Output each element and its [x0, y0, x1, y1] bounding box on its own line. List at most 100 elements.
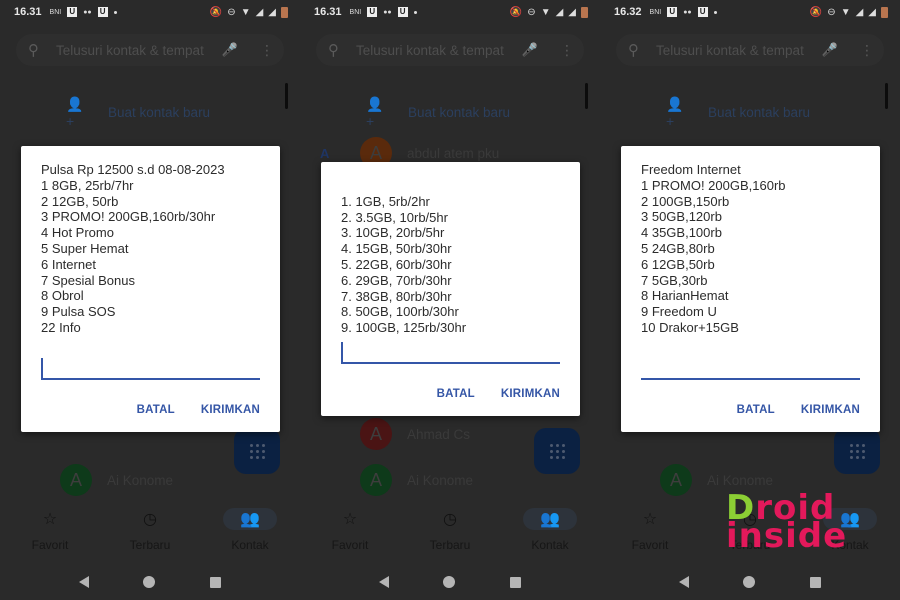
scrollbar[interactable] — [585, 83, 588, 109]
new-contact-label: Buat kontak baru — [108, 105, 211, 120]
dot-icon — [713, 10, 717, 14]
dialog-line: 8. 50GB, 100rb/30hr — [341, 304, 459, 320]
system-nav — [0, 570, 300, 594]
cancel-button[interactable]: BATAL — [137, 404, 175, 416]
back-icon[interactable] — [679, 576, 690, 588]
search-input[interactable]: Telusuri kontak & tempat — [56, 43, 222, 58]
dialpad-button[interactable] — [834, 428, 880, 474]
text-caret — [341, 341, 343, 362]
tab-label: Favorit — [631, 538, 669, 552]
ussd-reply-input[interactable] — [41, 356, 260, 380]
status-time: 16.31 — [14, 6, 42, 18]
search-bar[interactable]: ⚲ Telusuri kontak & tempat 🎤 ⋮ — [316, 34, 584, 66]
dialog-line: 6 Internet — [41, 256, 96, 272]
tab-terbaru[interactable]: ◷ Terbaru — [100, 508, 200, 556]
contact-item[interactable]: A Ai Konome — [360, 464, 473, 496]
dialog-line: 8 HarianHemat — [641, 288, 729, 304]
signal-icon: ◢ — [868, 6, 876, 18]
cancel-button[interactable]: BATAL — [437, 388, 475, 400]
ussd-reply-input[interactable] — [341, 340, 560, 364]
person-add-icon: 👤+ — [666, 96, 684, 129]
send-button[interactable]: KIRIMKAN — [501, 388, 560, 400]
dialog-actions: BATAL KIRIMKAN — [41, 380, 260, 432]
contact-item[interactable]: A Ahmad Cs — [360, 418, 470, 450]
search-bar[interactable]: ⚲ Telusuri kontak & tempat 🎤 ⋮ — [616, 34, 884, 66]
contact-name: Ai Konome — [707, 472, 774, 488]
back-icon[interactable] — [379, 576, 390, 588]
dialog-line: 3 PROMO! 200GB,160rb/30hr — [41, 209, 216, 225]
dialog-line — [341, 178, 560, 194]
tab-kontak[interactable]: 👥 Kontak — [200, 508, 300, 556]
avatar: A — [60, 464, 92, 496]
dialpad-button[interactable] — [534, 428, 580, 474]
home-icon[interactable] — [743, 576, 756, 588]
dialpad-button[interactable] — [234, 428, 280, 474]
scrollbar[interactable] — [885, 83, 888, 109]
status-right: 🔕 ⊖ ▼ ◢ ◢ — [510, 6, 588, 18]
contact-item[interactable]: A Ai Konome — [60, 464, 173, 496]
recents-icon[interactable] — [509, 576, 521, 588]
status-right: 🔕 ⊖ ▼ ◢ ◢ — [210, 6, 288, 18]
wifi-icon: ▼ — [240, 6, 251, 18]
star-icon: ☆ — [342, 511, 358, 528]
contact-name: Ai Konome — [407, 472, 474, 488]
signal-icon: ◢ — [855, 6, 864, 18]
dialog-line: 1. 1GB, 5rb/2hr — [341, 193, 430, 209]
dialog-line: 2 12GB, 50rb — [41, 193, 119, 209]
new-contact-button[interactable]: 👤+ Buat kontak baru — [366, 96, 510, 129]
dialog-line: 7 Spesial Bonus — [41, 272, 135, 288]
star-icon: ☆ — [42, 511, 58, 528]
tab-favorit[interactable]: ☆ Favorit — [600, 508, 700, 556]
tab-kontak[interactable]: 👥 Kontak — [500, 508, 600, 556]
status-bar: 16.31 BNI U ●● U 🔕 ⊖ ▼ ◢ ◢ — [300, 0, 600, 24]
cancel-button[interactable]: BATAL — [737, 404, 775, 416]
home-icon[interactable] — [143, 576, 156, 588]
tab-terbaru[interactable]: ◷ Terbaru — [400, 508, 500, 556]
new-contact-button[interactable]: 👤+ Buat kontak baru — [66, 96, 210, 129]
search-input[interactable]: Telusuri kontak & tempat — [656, 43, 822, 58]
phone-screen-2: 16.31 BNI U ●● U 🔕 ⊖ ▼ ◢ ◢ ⚲ Telusuri ko… — [300, 0, 600, 600]
tab-favorit[interactable]: ☆ Favorit — [300, 508, 400, 556]
back-icon[interactable] — [79, 576, 90, 588]
ussd-dialog: Freedom Internet 1 PROMO! 200GB,160rb 2 10… — [621, 146, 880, 432]
people-icon: 👥 — [523, 508, 577, 530]
bottom-nav: ☆ Favorit ◷ Terbaru 👥 Kontak — [300, 508, 600, 556]
battery-icon — [581, 6, 588, 18]
send-button[interactable]: KIRIMKAN — [201, 404, 260, 416]
recents-icon[interactable] — [209, 576, 221, 588]
wifi-icon: ▼ — [840, 6, 851, 18]
search-input[interactable]: Telusuri kontak & tempat — [356, 43, 522, 58]
contact-name: Ahmad Cs — [407, 426, 471, 442]
dialog-line: 4 Hot Promo — [41, 225, 114, 241]
dialog-actions: BATAL KIRIMKAN — [641, 380, 860, 432]
more-vert-icon[interactable]: ⋮ — [260, 42, 274, 59]
mic-icon[interactable]: 🎤 — [222, 42, 238, 58]
recents-icon[interactable] — [809, 576, 821, 588]
tab-label: Kontak — [231, 538, 269, 552]
mute-icon: 🔕 — [809, 6, 823, 18]
more-vert-icon[interactable]: ⋮ — [860, 42, 874, 59]
tab-favorit[interactable]: ☆ Favorit — [0, 508, 100, 556]
dialog-message: Pulsa Rp 12500 s.d 08-08-2023 1 8GB, 25rb… — [41, 162, 260, 336]
dialog-actions: BATAL KIRIMKAN — [341, 364, 560, 416]
dialog-line: 7. 38GB, 80rb/30hr — [341, 288, 452, 304]
mic-icon[interactable]: 🎤 — [522, 42, 538, 58]
u-app-icon: U — [97, 7, 108, 17]
new-contact-button[interactable]: 👤+ Buat kontak baru — [666, 96, 810, 129]
wifi-icon: ▼ — [540, 6, 551, 18]
home-icon[interactable] — [443, 576, 456, 588]
ussd-dialog: Pulsa Rp 12500 s.d 08-08-2023 1 8GB, 25rb… — [21, 146, 280, 432]
ussd-dialog: 1. 1GB, 5rb/2hr 2. 3.5GB, 10rb/5hr 3. 10GB… — [321, 162, 580, 416]
signal-icon: ◢ — [555, 6, 564, 18]
person-add-icon: 👤+ — [366, 96, 384, 129]
mic-icon[interactable]: 🎤 — [822, 42, 838, 58]
more-vert-icon[interactable]: ⋮ — [560, 42, 574, 59]
ussd-reply-input[interactable] — [641, 356, 860, 380]
dialog-line: 4. 15GB, 50rb/30hr — [341, 241, 452, 257]
send-button[interactable]: KIRIMKAN — [801, 404, 860, 416]
battery-icon — [881, 6, 888, 18]
scrollbar[interactable] — [285, 83, 288, 109]
dnd-icon: ⊖ — [527, 6, 536, 18]
search-bar[interactable]: ⚲ Telusuri kontak & tempat 🎤 ⋮ — [16, 34, 284, 66]
u-app-icon: U — [697, 7, 708, 17]
